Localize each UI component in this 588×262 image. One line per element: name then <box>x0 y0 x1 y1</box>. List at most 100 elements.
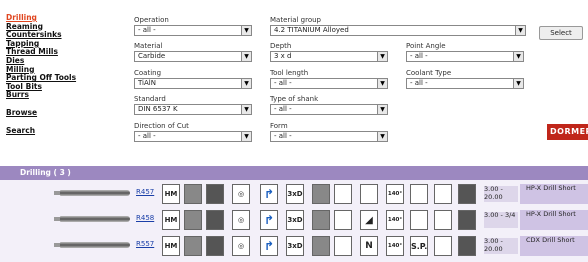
material-group-select[interactable]: 4.2 TITANIUM Alloyed ▼ <box>270 25 526 36</box>
table-row[interactable]: R457 HM ◎ ↱ 3xD 140° 3.00 - 20.00 HP-X D… <box>0 182 588 206</box>
tool-length-label: Tool length <box>270 69 309 77</box>
depth-select[interactable]: 3 x d ▼ <box>270 51 388 62</box>
shank-icon <box>458 236 476 256</box>
standard-field: Standard DIN 6537 K ▼ <box>134 95 252 115</box>
product-description: HP-X Drill Short <box>520 184 588 204</box>
spiral-icon: ◎ <box>232 210 250 230</box>
direction-label: Direction of Cut <box>134 122 189 130</box>
empty-cell <box>434 236 452 256</box>
coolant-icon: ◢ <box>360 210 378 230</box>
type-shank-label: Type of shank <box>270 95 319 103</box>
coating-value: TiAlN <box>138 79 156 87</box>
table-row[interactable]: R458 HM ◎ ↱ 3xD ◢ 140° 3.00 - 3/4 HP-X D… <box>0 208 588 232</box>
sidebar-item-burrs[interactable]: Burrs <box>6 91 106 100</box>
product-description: CDX Drill Short <box>520 236 588 256</box>
standard-label: Standard <box>134 95 166 103</box>
coating-icon <box>206 236 224 256</box>
coating-label: Coating <box>134 69 162 77</box>
drill-type-icon <box>184 210 202 230</box>
chevron-down-icon: ▼ <box>513 52 523 61</box>
coating-field: Coating TiAlN ▼ <box>134 69 252 89</box>
empty-cell <box>360 184 378 204</box>
chevron-down-icon: ▼ <box>515 26 525 35</box>
empty-cell <box>410 184 428 204</box>
empty-cell <box>410 210 428 230</box>
sp-cell: S.P. <box>410 236 428 256</box>
sidebar-nav: Drilling Reaming Countersinks Tapping Th… <box>6 13 106 136</box>
n-cell: N <box>360 236 378 256</box>
select-button[interactable]: Select <box>539 26 583 40</box>
chevron-down-icon: ▼ <box>241 132 251 141</box>
chevron-down-icon: ▼ <box>377 52 387 61</box>
material-select[interactable]: Carbide ▼ <box>134 51 252 62</box>
arrow-icon: ↱ <box>260 210 278 230</box>
drill-type-icon <box>184 184 202 204</box>
material-group-field: Material group 4.2 TITANIUM Alloyed ▼ <box>270 16 526 36</box>
sidebar-item-browse[interactable]: Browse <box>6 108 106 118</box>
material-value: Carbide <box>138 52 166 60</box>
flute-icon <box>312 236 330 256</box>
material-label: Material <box>134 42 163 50</box>
direction-select[interactable]: - all - ▼ <box>134 131 252 142</box>
chevron-down-icon: ▼ <box>377 105 387 114</box>
form-select[interactable]: - all - ▼ <box>270 131 388 142</box>
spiral-icon: ◎ <box>232 236 250 256</box>
product-description: HP-X Drill Short <box>520 210 588 230</box>
shank-icon <box>458 210 476 230</box>
sidebar-item-search[interactable]: Search <box>6 126 106 136</box>
chevron-down-icon: ▼ <box>241 79 251 88</box>
empty-cell <box>434 184 452 204</box>
angle-cell: 140° <box>386 236 404 256</box>
flute-icon <box>312 184 330 204</box>
diameter-range: 3.00 - 3/4 <box>484 211 518 228</box>
standard-select[interactable]: DIN 6537 K ▼ <box>134 104 252 115</box>
depth-value: 3 x d <box>274 52 292 60</box>
material-field: Material Carbide ▼ <box>134 42 252 62</box>
coating-icon <box>206 184 224 204</box>
form-label: Form <box>270 122 288 130</box>
material-group-label: Material group <box>270 16 321 24</box>
chevron-down-icon: ▼ <box>377 79 387 88</box>
coolant-type-label: Coolant Type <box>406 69 452 77</box>
type-shank-select[interactable]: - all - ▼ <box>270 104 388 115</box>
point-angle-label: Point Angle <box>406 42 446 50</box>
arrow-icon: ↱ <box>260 184 278 204</box>
empty-cell <box>434 210 452 230</box>
chevron-down-icon: ▼ <box>377 132 387 141</box>
tool-length-select[interactable]: - all - ▼ <box>270 78 388 89</box>
arrow-icon: ↱ <box>260 236 278 256</box>
tool-length-value: - all - <box>274 79 292 87</box>
point-angle-field: Point Angle - all - ▼ <box>406 42 524 62</box>
results-table: R457 HM ◎ ↱ 3xD 140° 3.00 - 20.00 HP-X D… <box>0 180 588 262</box>
diameter-range: 3.00 - 20.00 <box>484 185 518 202</box>
chevron-down-icon: ▼ <box>241 26 251 35</box>
shank-icon <box>458 184 476 204</box>
length-cell: 3xD <box>286 184 304 204</box>
standard-value: DIN 6537 K <box>138 105 178 113</box>
coolant-type-value: - all - <box>410 79 428 87</box>
table-row[interactable]: R557 HM ◎ ↱ 3xD N 140° S.P. 3.00 - 20.00… <box>0 234 588 258</box>
direction-field: Direction of Cut - all - ▼ <box>134 122 252 142</box>
results-header: Drilling ( 3 ) <box>0 166 588 180</box>
material-group-value: 4.2 TITANIUM Alloyed <box>274 26 349 34</box>
depth-label: Depth <box>270 42 292 50</box>
coolant-type-field: Coolant Type - all - ▼ <box>406 69 524 89</box>
operation-select[interactable]: - all - ▼ <box>134 25 252 36</box>
standard-icon <box>334 236 352 256</box>
point-angle-value: - all - <box>410 52 428 60</box>
coolant-type-select[interactable]: - all - ▼ <box>406 78 524 89</box>
standard-icon <box>334 210 352 230</box>
direction-value: - all - <box>138 132 156 140</box>
spiral-icon: ◎ <box>232 184 250 204</box>
operation-label: Operation <box>134 16 169 24</box>
product-code-link[interactable]: R458 <box>136 214 154 222</box>
point-angle-select[interactable]: - all - ▼ <box>406 51 524 62</box>
diameter-range: 3.00 - 20.00 <box>484 237 518 254</box>
product-code-link[interactable]: R457 <box>136 188 154 196</box>
material-cell: HM <box>162 184 180 204</box>
product-code-link[interactable]: R557 <box>136 240 154 248</box>
length-cell: 3xD <box>286 210 304 230</box>
type-shank-value: - all - <box>274 105 292 113</box>
coating-select[interactable]: TiAlN ▼ <box>134 78 252 89</box>
length-cell: 3xD <box>286 236 304 256</box>
